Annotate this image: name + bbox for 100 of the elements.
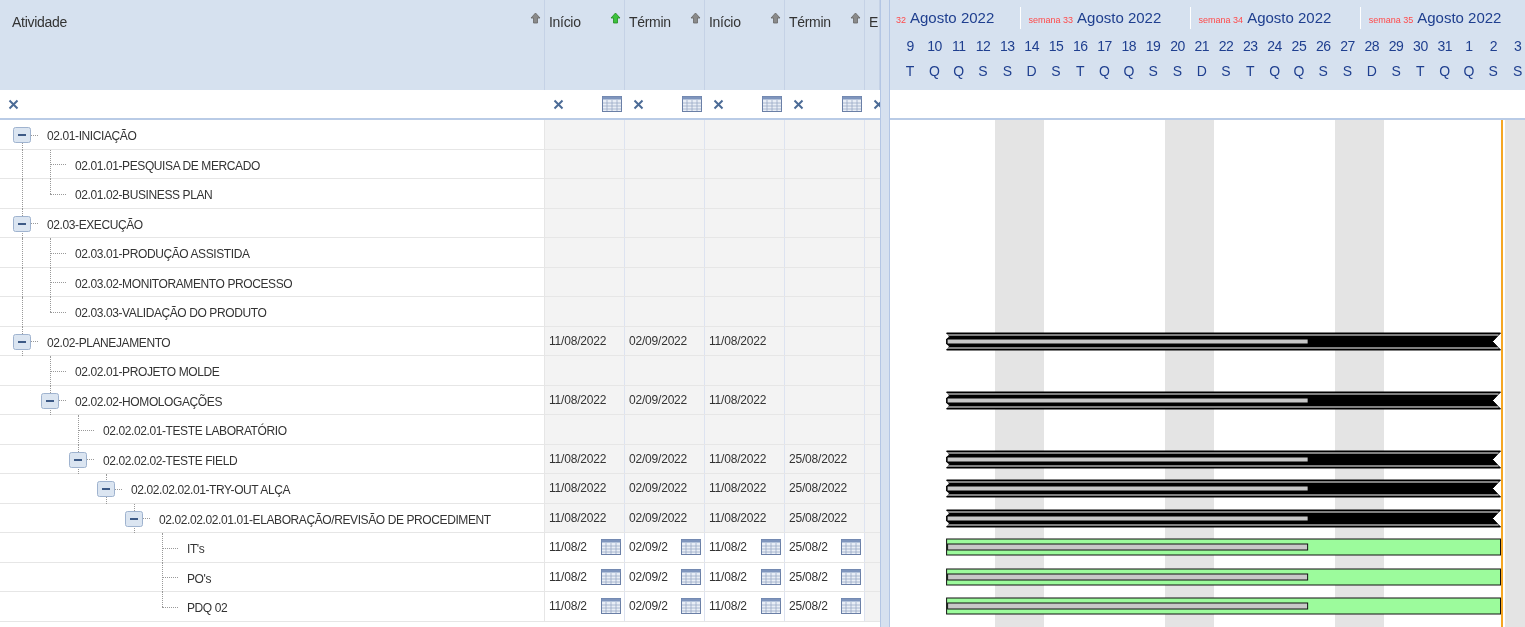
sort-arrow-icon[interactable] <box>850 12 861 24</box>
calendar-icon[interactable] <box>602 96 622 112</box>
calendar-icon[interactable] <box>601 598 621 615</box>
day-number: 20 <box>1170 37 1185 56</box>
table-cell <box>865 297 880 326</box>
summary-bar[interactable] <box>946 332 1501 350</box>
date-cell: 11/08/2022 <box>545 474 625 503</box>
day-number: 30 <box>1413 37 1428 56</box>
day-number: 10 <box>927 37 942 56</box>
weekday-letter: Q <box>1269 62 1281 81</box>
calendar-icon[interactable] <box>841 598 861 615</box>
weekday-letter: T <box>1075 62 1085 81</box>
weekday-letter: S <box>1318 62 1328 81</box>
day-number: 22 <box>1218 37 1234 56</box>
sort-arrow-icon[interactable] <box>610 12 621 24</box>
task-name: 02.02.01-PROJETO MOLDE <box>75 364 220 381</box>
day-number: 23 <box>1243 37 1258 56</box>
sort-arrow-icon[interactable] <box>770 12 781 24</box>
date-cell: 02/09/2022 <box>625 385 705 414</box>
date-cell: 11/08/2022 <box>705 326 785 355</box>
calendar-icon[interactable] <box>681 568 701 585</box>
day-number: 24 <box>1267 37 1282 56</box>
weekday-letter: Q <box>1439 62 1451 81</box>
day-number: 29 <box>1388 37 1404 56</box>
calendar-icon[interactable] <box>681 598 701 615</box>
column-header[interactable]: Atividade <box>4 12 67 33</box>
table-cell <box>865 208 880 237</box>
task-name: 02.03.02-MONITORAMENTO PROCESSO <box>75 275 293 293</box>
date-cell: 11/08/2022 <box>545 326 625 355</box>
clear-filter-icon[interactable] <box>633 98 644 110</box>
day-number: 9 <box>906 37 914 56</box>
calendar-icon[interactable] <box>761 539 781 556</box>
day-number: 15 <box>1048 37 1064 56</box>
day-number: 25 <box>1291 37 1307 56</box>
table-cell <box>865 267 880 296</box>
date-cell: 02/09/2022 <box>625 326 705 355</box>
weekday-letter: Q <box>1123 62 1135 81</box>
weekday-letter: S <box>1148 62 1158 81</box>
table-cell <box>865 592 880 621</box>
table-cell <box>865 356 880 385</box>
column-header[interactable]: Términ <box>789 12 831 33</box>
weekday-letter: S <box>978 62 988 81</box>
calendar-icon[interactable] <box>842 96 862 112</box>
sort-arrow-icon[interactable] <box>530 12 541 24</box>
task-bar[interactable] <box>946 538 1501 556</box>
summary-bar[interactable] <box>946 479 1501 498</box>
task-bar[interactable] <box>946 597 1501 615</box>
task-name: 02.02-PLANEJAMENTO <box>47 334 171 352</box>
calendar-icon[interactable] <box>761 598 781 615</box>
table-cell <box>865 562 880 591</box>
clear-filter-icon[interactable] <box>8 98 19 110</box>
calendar-icon[interactable] <box>761 568 781 585</box>
table-cell <box>865 149 880 178</box>
calendar-icon[interactable] <box>841 568 861 585</box>
column-header[interactable]: Términ <box>629 12 671 33</box>
clear-filter-icon[interactable] <box>793 98 804 110</box>
collapse-toggle-icon[interactable] <box>69 451 87 468</box>
date-cell: 11/08/2022 <box>545 385 625 414</box>
task-name: 02.01-INICIAÇÃO <box>47 128 137 145</box>
collapse-toggle-icon[interactable] <box>13 127 31 143</box>
weekday-letter: D <box>1196 62 1207 81</box>
month-label: Agosto 2022 <box>910 7 995 28</box>
weekday-letter: S <box>1391 62 1401 81</box>
task-bar[interactable] <box>946 568 1501 585</box>
task-name: 02.01.02-BUSINESS PLAN <box>75 187 213 204</box>
task-name: 02.03-EXECUÇÃO <box>47 216 143 234</box>
collapse-toggle-icon[interactable] <box>13 333 31 350</box>
weekday-letter: Q <box>953 62 965 81</box>
summary-bar[interactable] <box>946 391 1501 409</box>
table-cell <box>865 385 880 414</box>
sort-arrow-icon[interactable] <box>690 12 701 24</box>
collapse-toggle-icon[interactable] <box>13 215 31 232</box>
collapse-toggle-icon[interactable] <box>97 481 115 497</box>
day-number: 26 <box>1315 37 1331 56</box>
weekday-letter: S <box>1172 62 1183 81</box>
weekday-letter: Q <box>1293 62 1305 81</box>
column-header[interactable]: E <box>869 12 879 33</box>
task-name: 02.02.02.02.01-TRY-OUT ALÇA <box>131 482 291 499</box>
weekday-letter: S <box>1221 62 1231 81</box>
date-cell: 11/08/2022 <box>705 503 785 532</box>
calendar-icon[interactable] <box>601 539 621 556</box>
weekday-letter: D <box>1026 62 1037 81</box>
column-header[interactable]: Início <box>709 12 741 33</box>
calendar-icon[interactable] <box>682 96 702 112</box>
calendar-icon[interactable] <box>762 96 782 112</box>
task-name: PDQ 02 <box>187 600 228 617</box>
calendar-icon[interactable] <box>841 539 861 556</box>
summary-bar[interactable] <box>946 509 1501 527</box>
collapse-toggle-icon[interactable] <box>41 392 59 409</box>
weekday-letter: S <box>1512 62 1523 81</box>
clear-filter-icon[interactable] <box>553 98 564 110</box>
calendar-icon[interactable] <box>601 568 621 585</box>
task-name: 02.02.02-HOMOLOGAÇÕES <box>75 393 222 411</box>
summary-bar[interactable] <box>946 450 1501 468</box>
clear-filter-icon[interactable] <box>713 98 724 110</box>
day-number: 17 <box>1097 37 1112 56</box>
column-header[interactable]: Início <box>549 12 581 33</box>
day-number: 2 <box>1489 37 1497 56</box>
calendar-icon[interactable] <box>681 539 701 556</box>
collapse-toggle-icon[interactable] <box>125 510 143 527</box>
